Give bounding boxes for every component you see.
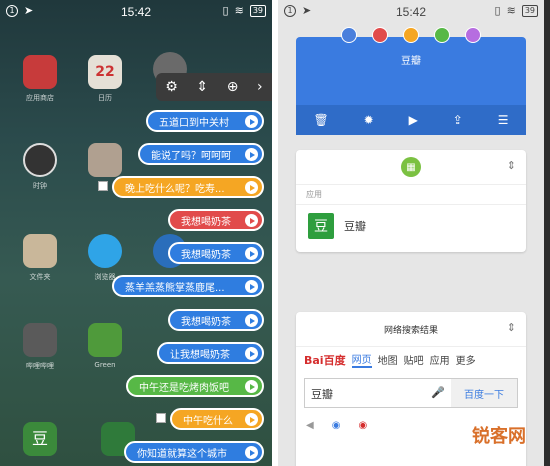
trash-icon[interactable]: 🗑 [313,113,328,127]
tab-web[interactable]: 网页 [351,351,372,368]
tab-more[interactable]: 更多 [456,352,476,367]
play-icon[interactable] [245,446,258,459]
nav-icon-1[interactable]: ◉ [332,420,341,431]
wifi-icon: ≋ [506,4,516,17]
play-icon[interactable] [245,148,258,161]
widget-title: 豆瓣 [401,56,421,67]
add-icon[interactable]: ⊕ [227,79,239,95]
tab-app[interactable]: 应用 [430,352,450,367]
sort-icon[interactable]: ⇕ [196,79,208,95]
play-icon[interactable] [245,280,258,293]
search-input[interactable]: 豆瓣 [305,379,425,407]
douban-icon[interactable]: 豆 [12,422,68,460]
tab-dot-blue[interactable] [341,27,357,43]
baidu-logo: Bai百度 [304,353,346,367]
battery-icon: 39 [521,4,538,17]
play-icon[interactable] [245,413,258,426]
app-name: 豆瓣 [344,220,366,233]
green-app-icon[interactable]: Green [77,323,133,369]
baidu-search-button[interactable]: 百度一下 [451,379,517,407]
tab-dot-orange[interactable] [403,27,419,43]
clipboard-item[interactable]: 我想喝奶茶 [168,209,264,231]
share-icon[interactable]: ⇪ [453,113,463,127]
microphone-icon[interactable]: 🎤 [425,379,451,407]
play-icon[interactable] [245,214,258,227]
tab-dot-purple[interactable] [465,27,481,43]
clipboard-item[interactable]: 你知道就算这个城市 [124,441,264,463]
play-icon[interactable] [245,247,258,260]
apps-grid-icon: ▦ [401,157,421,177]
expand-collapse-icon[interactable]: ⇕ [507,321,516,334]
search-bar: 豆瓣 🎤 百度一下 [304,378,518,408]
vibrate-icon: ▯ [222,4,229,17]
douban-app-icon: 豆 [308,213,334,239]
right-phone-screen: 1 ➤ 15:42 ▯ ≋ 39 豆瓣 🗑 ✹ ▶ ⇪ ☰ ▦ ⇕ 应用 豆 豆… [278,0,544,466]
search-tabs: Bai百度 网页 地图 贴吧 应用 更多 [296,346,526,372]
status-bar: 1 ➤ 15:42 ▯ ≋ 39 [278,0,544,24]
clipboard-item[interactable]: 五道口到中关村 [146,110,264,132]
status-bar: 1 ➤ 15:42 ▯ ≋ 39 [0,0,272,24]
wifi-icon: ≋ [234,4,244,17]
play-icon[interactable] [245,314,258,327]
play-icon[interactable]: ▶ [409,113,418,127]
search-card-title: 网络搜索结果 [383,325,438,336]
tab-dot-red[interactable] [372,27,388,43]
file-folder-icon[interactable]: 文件夹 [12,234,68,282]
tab-dot-green[interactable] [434,27,450,43]
clipboard-item[interactable]: 中午吃什么 [170,408,264,430]
back-icon[interactable]: ◀ [306,420,314,431]
settings-icon[interactable]: ✹ [364,113,374,127]
list-icon[interactable]: ☰ [498,113,509,127]
left-phone-screen: 1 ➤ 15:42 ▯ ≋ 39 应用商店 22 日历 时钟 文件夹 浏览器 哔哩… [0,0,272,466]
tab-tieba[interactable]: 贴吧 [404,352,424,367]
screen-edge [544,0,550,466]
checkbox[interactable] [156,413,166,423]
chevron-right-icon[interactable]: › [257,79,263,95]
clipboard-item[interactable]: 我想喝奶茶 [168,309,264,331]
widget-action-bar: 🗑 ✹ ▶ ⇪ ☰ [296,105,526,135]
vibrate-icon: ▯ [494,4,501,17]
battery-icon: 39 [249,4,266,17]
douban-widget: 豆瓣 🗑 ✹ ▶ ⇪ ☰ [296,27,526,135]
play-icon[interactable] [245,347,258,360]
clock-icon[interactable]: 时钟 [12,143,68,191]
play-icon[interactable] [245,115,258,128]
play-icon[interactable] [245,380,258,393]
app-card: ▦ ⇕ 应用 豆 豆瓣 [296,150,526,252]
quick-action-bar: ⚙ ⇕ ⊕ › [156,73,272,101]
clipboard-item[interactable]: 我想喝奶茶 [168,242,264,264]
play-icon[interactable] [245,181,258,194]
bilibili-icon[interactable]: 哔哩哔哩 [12,323,68,371]
clipboard-item[interactable]: 晚上吃什么呢？吃寿... [112,176,264,198]
gear-icon[interactable]: ⚙ [165,79,178,95]
clipboard-item[interactable]: 蒸羊羔蒸熊掌蒸鹿尾... [112,275,264,297]
nav-icon-2[interactable]: ◉ [358,420,367,431]
clipboard-item[interactable]: 让我想喝奶茶 [157,342,264,364]
tab-map[interactable]: 地图 [378,352,398,367]
app-result-row[interactable]: 豆 豆瓣 [296,204,526,247]
watermark: 锐客网 [472,426,526,447]
checkbox[interactable] [98,181,108,191]
clipboard-item[interactable]: 中午还是吃烤肉饭吧 [126,375,264,397]
section-label: 应用 [296,184,526,204]
expand-collapse-icon[interactable]: ⇕ [507,159,516,172]
calendar-icon[interactable]: 22 日历 [77,55,133,103]
app-store-icon[interactable]: 应用商店 [12,55,68,103]
clipboard-item[interactable]: 能说了吗？呵呵呵 [138,143,264,165]
